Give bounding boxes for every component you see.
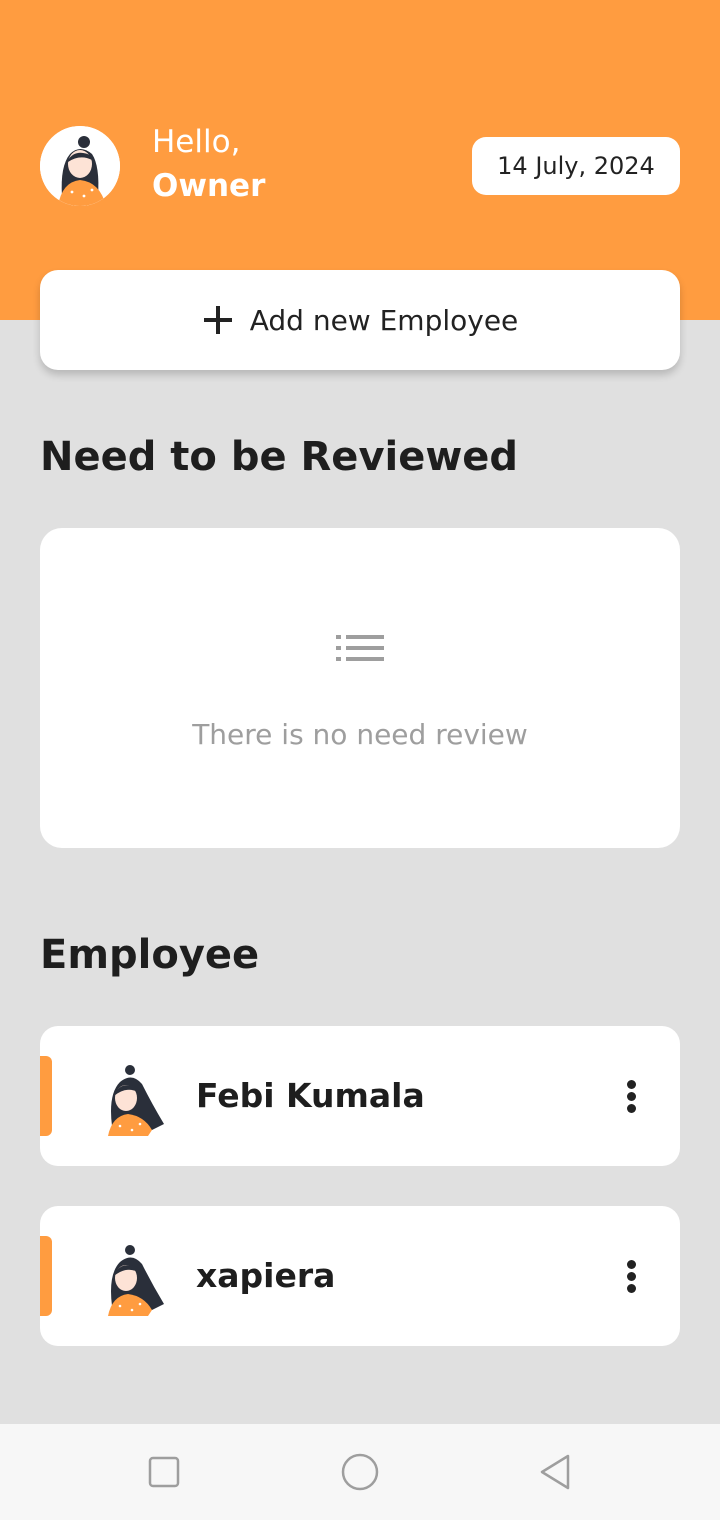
employee-name: xapiera xyxy=(196,1256,336,1295)
plus-icon xyxy=(202,304,234,336)
system-nav-bar xyxy=(0,1424,720,1520)
review-empty-card xyxy=(40,528,680,848)
greeting-text: Hello, xyxy=(152,124,241,160)
more-vertical-icon[interactable] xyxy=(616,1256,648,1296)
list-icon xyxy=(336,635,384,661)
card-accent-bar xyxy=(40,1056,52,1136)
employee-section-title: Employee xyxy=(40,932,260,978)
date-badge[interactable]: 14 July, 2024 xyxy=(472,137,680,195)
back-icon[interactable] xyxy=(532,1448,580,1496)
avatar-illustration-icon xyxy=(108,1065,164,1136)
employee-card[interactable]: Febi Kumala xyxy=(40,1026,680,1166)
owner-avatar[interactable] xyxy=(40,126,120,206)
recent-apps-icon[interactable] xyxy=(140,1448,188,1496)
card-accent-bar xyxy=(40,1236,52,1316)
review-section-title: Need to be Reviewed xyxy=(40,434,519,480)
user-name: Owner xyxy=(152,168,266,204)
home-icon[interactable] xyxy=(336,1448,384,1496)
employee-card[interactable]: xapiera xyxy=(40,1206,680,1346)
review-empty-text: There is no need review xyxy=(192,718,528,751)
avatar-illustration-icon xyxy=(108,1245,164,1316)
more-vertical-icon[interactable] xyxy=(616,1076,648,1116)
employee-name: Febi Kumala xyxy=(196,1076,425,1115)
avatar-illustration-icon xyxy=(40,126,120,206)
add-employee-label: Add new Employee xyxy=(249,303,519,337)
add-employee-button[interactable]: Add new Employee xyxy=(40,270,680,370)
